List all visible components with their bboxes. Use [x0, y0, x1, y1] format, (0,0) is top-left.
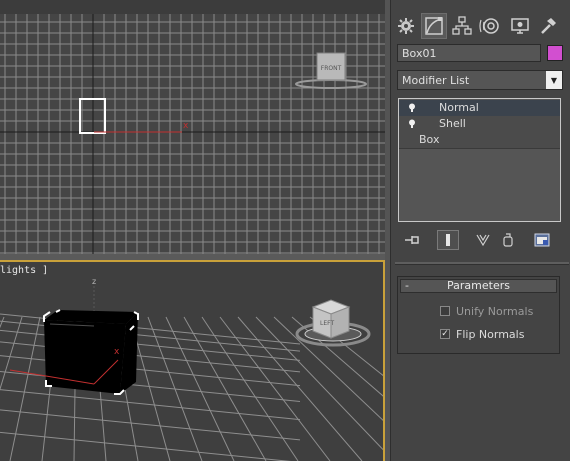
dropdown-arrow-icon[interactable]: ▼ — [546, 71, 562, 89]
stack-item-label: Shell — [439, 117, 466, 130]
viewcube-front[interactable]: FRONT — [295, 52, 367, 89]
motion-icon — [479, 18, 499, 34]
active-viewport-border — [0, 260, 385, 461]
configure-modifier-sets-button[interactable] — [531, 230, 553, 250]
hammer-icon — [541, 18, 556, 34]
hierarchy-icon — [452, 16, 472, 35]
tab-hierarchy[interactable] — [449, 13, 475, 39]
panel-separator — [395, 262, 569, 265]
tab-modify[interactable] — [421, 13, 447, 39]
flip-normals-label: Flip Normals — [456, 328, 525, 341]
parameters-rollout: - Parameters Unify Normals ✓ Flip Normal… — [397, 276, 560, 354]
modifier-list-dropdown[interactable]: Modifier List ▼ — [397, 70, 563, 90]
stack-item-shell[interactable]: Shell — [399, 116, 560, 133]
command-panel: Box01 Modifier List ▼ Normal Shell Box -… — [390, 0, 570, 461]
lightbulb-icon[interactable] — [408, 103, 416, 113]
viewport-top-grid: x FRONT — [0, 14, 385, 254]
stack-item-normal[interactable]: Normal — [399, 100, 560, 116]
end-result-icon — [446, 234, 450, 246]
parameters-title: Parameters — [447, 279, 510, 292]
remove-modifier-button[interactable] — [497, 230, 519, 250]
unify-normals-label: Unify Normals — [456, 305, 534, 318]
pin-stack-button[interactable] — [401, 230, 423, 250]
stack-item-label: Normal — [439, 101, 479, 114]
trash-icon — [503, 233, 513, 247]
tab-motion[interactable] — [477, 13, 503, 39]
object-name-field[interactable]: Box01 — [397, 44, 541, 62]
sun-gear-icon — [398, 18, 414, 34]
svg-text:FRONT: FRONT — [321, 65, 342, 72]
stack-item-label: Box — [419, 133, 440, 146]
flip-normals-checkbox[interactable]: ✓ — [440, 329, 450, 339]
parameters-rollout-header[interactable]: - Parameters — [400, 279, 557, 293]
modifier-stack[interactable]: Normal Shell Box — [398, 98, 561, 222]
x-axis-label: x — [183, 121, 189, 131]
show-end-result-button[interactable] — [437, 230, 459, 250]
configure-sets-icon — [534, 233, 550, 247]
tab-display[interactable] — [507, 13, 533, 39]
stack-toolbar — [401, 230, 561, 250]
modifier-list-label: Modifier List — [402, 74, 470, 87]
curve-edit-icon — [425, 17, 443, 35]
object-color-swatch[interactable] — [547, 45, 563, 61]
stack-item-box[interactable]: Box — [399, 132, 560, 149]
monitor-icon — [511, 18, 529, 34]
lightbulb-icon[interactable] — [408, 119, 416, 129]
unify-normals-checkbox[interactable] — [440, 306, 450, 316]
tab-create[interactable] — [393, 13, 419, 39]
tab-utilities[interactable] — [535, 13, 561, 39]
make-unique-button[interactable] — [473, 230, 495, 250]
pin-icon — [405, 236, 419, 244]
make-unique-icon — [476, 234, 490, 247]
viewport-top[interactable]: x FRONT — [0, 14, 385, 254]
viewport-top-strip — [0, 0, 390, 15]
command-panel-tabs — [391, 10, 570, 44]
